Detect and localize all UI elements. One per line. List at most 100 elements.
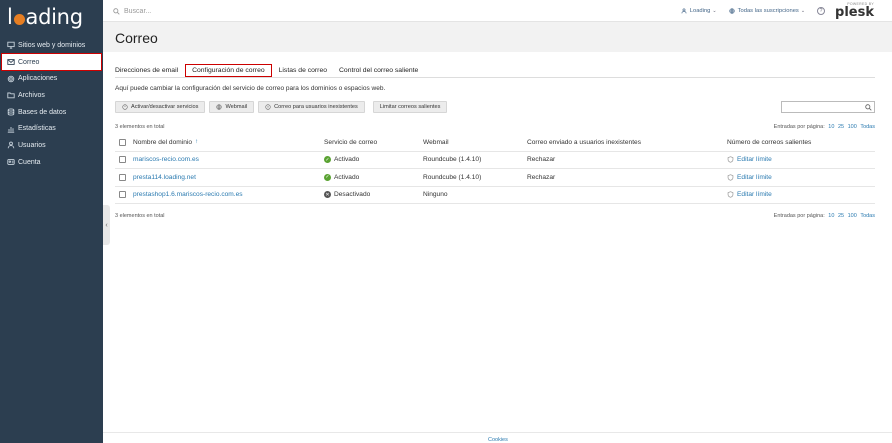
select-all-checkbox[interactable] xyxy=(119,138,126,146)
account-icon xyxy=(6,158,15,167)
table-row: mariscos-recio.com.es ✓ Activado Roundcub… xyxy=(115,152,875,169)
globe-icon xyxy=(728,8,735,14)
per-page-25[interactable]: 25 xyxy=(838,213,844,219)
service-status: ✓ Activado xyxy=(324,156,360,164)
toolbar: Activar/desactivar servicios Webmail Cor… xyxy=(115,101,448,113)
chevron-down-icon: ⌄ xyxy=(712,8,717,14)
forward-value: Rechazar xyxy=(527,156,556,164)
tab-direcciones-email[interactable]: Direcciones de email xyxy=(115,65,178,76)
topbar: Buscar... Loading ⌄ Todas las suscripcion… xyxy=(103,0,892,22)
footer-divider xyxy=(103,432,892,433)
domains-table: Nombre del dominio ↑ Servicio de correo W… xyxy=(115,134,875,204)
domain-link[interactable]: prestashop1.6.mariscos-recio.com.es xyxy=(133,191,243,198)
subscriptions-menu[interactable]: Todas las suscripciones ⌄ xyxy=(728,8,806,14)
table-row: prestashop1.6.mariscos-recio.com.es ✕ Des… xyxy=(115,187,875,204)
search-input[interactable]: Buscar... xyxy=(113,5,313,17)
check-icon: ✓ xyxy=(324,156,331,164)
per-page-25[interactable]: 25 xyxy=(838,124,844,130)
per-page-10[interactable]: 10 xyxy=(828,124,834,130)
per-page-selector-bottom: Entradas por página: 10 25 100 Todas xyxy=(773,213,875,219)
tab-control-correo-saliente[interactable]: Control del correo saliente xyxy=(339,65,418,76)
cookies-link[interactable]: Cookies xyxy=(488,437,508,443)
user-icon xyxy=(681,8,687,14)
col-webmail-header[interactable]: Webmail xyxy=(423,139,449,146)
table-row: presta114.loading.net ✓ Activado Roundcub… xyxy=(115,169,875,187)
tab-configuracion-correo[interactable]: Configuración de correo xyxy=(185,63,272,77)
sidebar-nav: Sitios web y dominios Correo Aplicacione… xyxy=(0,37,103,171)
per-page-100[interactable]: 100 xyxy=(848,213,857,219)
items-count-bottom: 3 elementos en total xyxy=(115,213,165,219)
table-header: Nombre del dominio ↑ Servicio de correo W… xyxy=(115,134,875,152)
sidebar-item-sitios[interactable]: Sitios web y dominios xyxy=(0,37,103,54)
webmail-value: Roundcube (1.4.10) xyxy=(423,173,482,181)
tab-listas-correo[interactable]: Listas de correo xyxy=(279,65,327,76)
domain-link[interactable]: presta114.loading.net xyxy=(133,174,196,181)
forward-value: Rechazar xyxy=(527,173,556,181)
sidebar-item-correo[interactable]: Correo xyxy=(1,52,102,72)
shield-icon xyxy=(727,156,734,163)
chevron-down-icon: ⌄ xyxy=(800,8,806,14)
items-count: 3 elementos en total xyxy=(115,124,165,130)
user-menu[interactable]: Loading ⌄ xyxy=(681,8,717,14)
title-band: Correo xyxy=(103,22,892,52)
service-status: ✕ Desactivado xyxy=(324,191,371,199)
sidebar-item-estadisticas[interactable]: Estadísticas xyxy=(0,120,103,137)
gear-icon xyxy=(6,74,15,83)
per-page-10[interactable]: 10 xyxy=(828,213,834,219)
col-service-header[interactable]: Servicio de correo xyxy=(324,139,377,146)
brand-logo[interactable]: l ading xyxy=(7,5,83,29)
shield-icon xyxy=(727,174,734,181)
monitor-icon xyxy=(6,41,15,50)
row-checkbox[interactable] xyxy=(119,191,126,199)
per-page-100[interactable]: 100 xyxy=(848,124,857,130)
nonexistent-users-button[interactable]: Correo para usuarios inexistentes xyxy=(258,101,365,113)
sidebar-item-usuarios[interactable]: Usuarios xyxy=(0,137,103,154)
row-checkbox[interactable] xyxy=(119,173,126,181)
sidebar: l ading Sitios web y dominios Correo Apli… xyxy=(0,0,103,443)
toggle-services-button[interactable]: Activar/desactivar servicios xyxy=(115,101,206,113)
filter-input[interactable] xyxy=(781,101,875,113)
globe-icon xyxy=(216,104,223,110)
col-limit-header[interactable]: Número de correos salientes xyxy=(727,139,811,146)
user-icon xyxy=(6,141,15,150)
sidebar-item-bases-de-datos[interactable]: Bases de datos xyxy=(0,104,103,121)
sidebar-item-archivos[interactable]: Archivos xyxy=(0,87,103,104)
sidebar-item-cuenta[interactable]: Cuenta xyxy=(0,154,103,171)
webmail-value: Ninguno xyxy=(423,191,448,199)
help-icon[interactable]: ? xyxy=(817,7,826,15)
sort-arrow-icon: ↑ xyxy=(195,139,199,146)
check-icon: ✓ xyxy=(324,173,331,181)
disabled-icon: ✕ xyxy=(324,191,331,199)
sidebar-collapse-toggle[interactable]: ‹ xyxy=(103,205,110,245)
row-checkbox[interactable] xyxy=(119,156,126,164)
database-icon xyxy=(6,108,15,117)
logo-dot-icon xyxy=(13,14,25,25)
shield-icon xyxy=(727,191,734,198)
chevron-left-icon: ‹ xyxy=(105,221,108,229)
webmail-button[interactable]: Webmail xyxy=(209,101,255,113)
page-description: Aquí puede cambiar la configuración del … xyxy=(115,85,386,92)
domain-link[interactable]: mariscos-recio.com.es xyxy=(133,156,199,163)
edit-limit-link[interactable]: Editar límite xyxy=(727,191,772,198)
search-icon xyxy=(113,7,120,15)
service-status: ✓ Activado xyxy=(324,173,360,181)
mail-icon xyxy=(6,58,15,67)
edit-limit-link[interactable]: Editar límite xyxy=(727,174,772,181)
limit-outgoing-button[interactable]: Limitar correos salientes xyxy=(372,101,448,113)
topbar-right: Loading ⌄ Todas las suscripciones ⌄ ? POWE… xyxy=(681,0,892,22)
edit-limit-link[interactable]: Editar límite xyxy=(727,156,772,163)
info-icon xyxy=(265,104,271,110)
plesk-logo: POWERED BY plesk xyxy=(835,1,874,21)
chart-icon xyxy=(6,124,15,133)
page-title: Correo xyxy=(115,30,158,46)
search-icon xyxy=(865,104,872,111)
folder-icon xyxy=(6,91,15,100)
col-forward-header[interactable]: Correo enviado a usuarios inexistentes xyxy=(527,139,641,146)
col-domain-header[interactable]: Nombre del dominio ↑ xyxy=(133,139,198,146)
per-page-selector: Entradas por página: 10 25 100 Todas xyxy=(773,124,875,130)
webmail-value: Roundcube (1.4.10) xyxy=(423,156,482,164)
per-page-all[interactable]: Todas xyxy=(860,124,875,130)
tabs-divider xyxy=(115,77,875,78)
sidebar-item-aplicaciones[interactable]: Aplicaciones xyxy=(0,70,103,87)
per-page-all[interactable]: Todas xyxy=(860,213,875,219)
